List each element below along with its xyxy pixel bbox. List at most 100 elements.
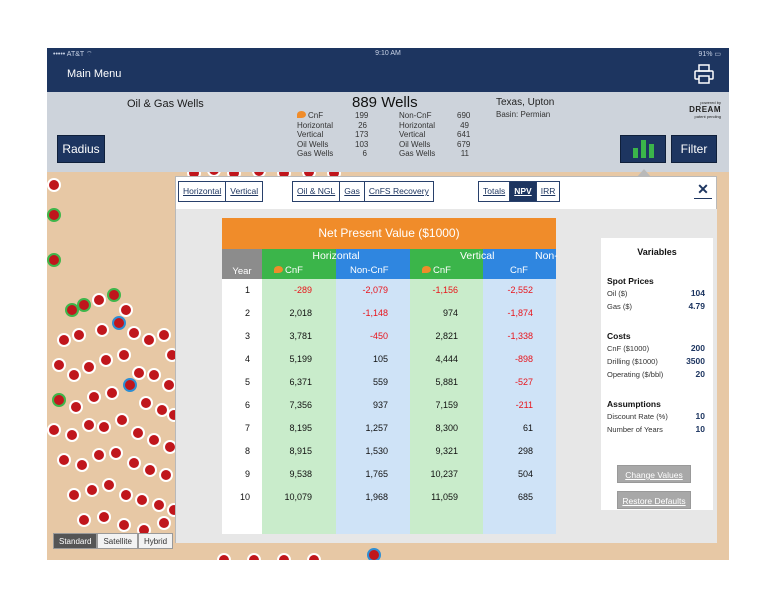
tab-oil-ngl[interactable]: Oil & NGL <box>293 182 341 201</box>
tab-gas[interactable]: Gas <box>340 182 365 201</box>
well-pin-icon[interactable] <box>82 360 96 374</box>
tab-horizontal[interactable]: Horizontal <box>179 182 227 201</box>
table-cell: 5,881 <box>435 377 458 387</box>
well-pin-icon[interactable] <box>97 420 111 434</box>
well-pin-icon[interactable] <box>115 413 129 427</box>
table-cell: -1,148 <box>362 308 388 318</box>
radius-button[interactable]: Radius <box>57 135 105 163</box>
change-values-button[interactable]: Change Values <box>617 465 691 483</box>
map-type-hybrid[interactable]: Hybrid <box>137 533 174 549</box>
well-pin-icon[interactable] <box>87 390 101 404</box>
well-pin-icon[interactable] <box>95 323 109 337</box>
well-pin-icon[interactable] <box>217 553 231 560</box>
table-row: 10 10,079 1,968 11,059 685 <box>222 486 556 509</box>
well-pin-icon[interactable] <box>132 366 146 380</box>
well-pin-icon[interactable] <box>67 368 81 382</box>
tab-cnfs-recovery[interactable]: CnFS Recovery <box>364 182 433 201</box>
well-pin-icon[interactable] <box>112 316 126 330</box>
well-pin-icon[interactable] <box>57 453 71 467</box>
map-type-satellite[interactable]: Satellite <box>97 533 138 549</box>
layer-title: Oil & Gas Wells <box>127 98 204 110</box>
well-pin-icon[interactable] <box>57 333 71 347</box>
well-pin-icon[interactable] <box>147 433 161 447</box>
tab-totals[interactable]: Totals <box>479 182 511 201</box>
well-pin-icon[interactable] <box>143 463 157 477</box>
well-pin-icon[interactable] <box>102 478 116 492</box>
table-cell: 2 <box>244 308 250 318</box>
table-row: 8 8,915 1,530 9,321 298 <box>222 440 556 463</box>
col-header-h-cnf: CnF <box>274 263 303 279</box>
dream-logo: powered by DREAM patent pending <box>689 100 721 119</box>
well-pin-icon[interactable] <box>65 428 79 442</box>
table-cell: 4 <box>244 354 250 364</box>
well-pin-icon[interactable] <box>77 298 91 312</box>
tab-npv[interactable]: NPV <box>510 182 537 201</box>
well-pin-icon[interactable] <box>127 326 141 340</box>
table-cell: 105 <box>372 354 388 364</box>
horizontal-group-header: Horizontal <box>312 250 360 262</box>
well-pin-icon[interactable] <box>117 518 131 532</box>
well-pin-icon[interactable] <box>139 396 153 410</box>
well-pin-icon[interactable] <box>52 393 66 407</box>
printer-icon[interactable] <box>693 63 715 85</box>
well-pin-icon[interactable] <box>119 488 133 502</box>
stat-row: Vertical 173 <box>297 130 369 139</box>
well-pin-icon[interactable] <box>92 448 106 462</box>
well-pin-icon[interactable] <box>127 456 141 470</box>
well-pin-icon[interactable] <box>307 553 321 560</box>
well-pin-icon[interactable] <box>72 328 86 342</box>
well-pin-icon[interactable] <box>107 288 121 302</box>
map-type-standard[interactable]: Standard <box>53 533 98 549</box>
well-pin-icon[interactable] <box>152 498 166 512</box>
well-pin-icon[interactable] <box>105 386 119 400</box>
tab-vertical[interactable]: Vertical <box>226 182 263 201</box>
cnf-cost-label: CnF ($1000) <box>607 344 650 353</box>
stat-row: Non-CnF 690 <box>399 111 471 120</box>
table-cell: 3,781 <box>289 331 312 341</box>
table-row: 1 -289 -2,079 -1,156 -2,552 <box>222 279 556 302</box>
well-pin-icon[interactable] <box>82 418 96 432</box>
well-pin-icon[interactable] <box>47 208 61 222</box>
filter-button[interactable]: Filter <box>671 135 717 163</box>
well-pin-icon[interactable] <box>75 458 89 472</box>
restore-defaults-button[interactable]: Restore Defaults <box>617 491 691 509</box>
main-menu-button[interactable]: Main Menu <box>67 68 121 80</box>
well-pin-icon[interactable] <box>123 378 137 392</box>
well-pin-icon[interactable] <box>162 378 176 392</box>
well-pin-icon[interactable] <box>109 446 123 460</box>
table-cell: 7,159 <box>435 400 458 410</box>
table-cell: 8,195 <box>289 423 312 433</box>
table-cell: -211 <box>515 400 533 410</box>
table-cell: -450 <box>369 331 388 341</box>
well-pin-icon[interactable] <box>47 423 61 437</box>
tab-irr[interactable]: IRR <box>536 182 560 201</box>
well-pin-icon[interactable] <box>159 468 173 482</box>
well-pin-icon[interactable] <box>117 348 131 362</box>
well-pin-icon[interactable] <box>147 368 161 382</box>
well-pin-icon[interactable] <box>131 426 145 440</box>
well-pin-icon[interactable] <box>247 553 261 560</box>
well-pin-icon[interactable] <box>367 548 381 560</box>
oil-price-value: 104 <box>690 288 705 298</box>
operating-cost-label: Operating ($/bbl) <box>607 370 664 379</box>
well-pin-icon[interactable] <box>67 488 81 502</box>
table-cell: 9,538 <box>289 469 312 479</box>
well-pin-icon[interactable] <box>69 400 83 414</box>
well-pin-icon[interactable] <box>77 513 91 527</box>
well-pin-icon[interactable] <box>47 253 61 267</box>
well-pin-icon[interactable] <box>47 178 61 192</box>
well-pin-icon[interactable] <box>92 293 106 307</box>
well-pin-icon[interactable] <box>52 358 66 372</box>
well-pin-icon[interactable] <box>97 510 111 524</box>
well-pin-icon[interactable] <box>135 493 149 507</box>
table-cell: 11,059 <box>431 492 458 502</box>
well-pin-icon[interactable] <box>142 333 156 347</box>
close-icon[interactable]: ✕ <box>694 181 712 199</box>
well-pin-icon[interactable] <box>157 516 171 530</box>
well-pin-icon[interactable] <box>277 553 291 560</box>
well-pin-icon[interactable] <box>119 303 133 317</box>
well-pin-icon[interactable] <box>85 483 99 497</box>
chart-button[interactable] <box>620 135 666 163</box>
well-pin-icon[interactable] <box>157 328 171 342</box>
well-pin-icon[interactable] <box>99 353 113 367</box>
